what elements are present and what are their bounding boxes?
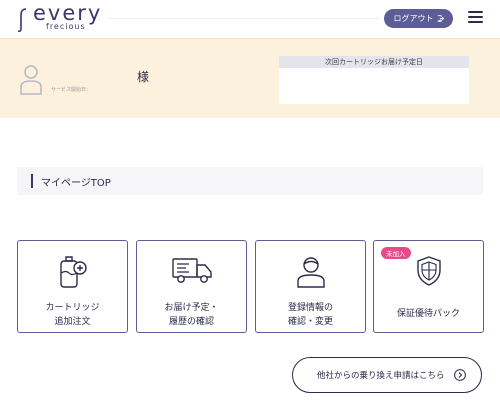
delivery-truck-icon bbox=[171, 258, 212, 283]
card-label: お届け予定・ 履歴の確認 bbox=[164, 303, 219, 327]
cartridge-add-icon bbox=[59, 256, 87, 288]
header-divider bbox=[108, 18, 378, 19]
card-label: 保証優待パック bbox=[396, 309, 460, 319]
section-heading: マイページTOP bbox=[17, 167, 483, 195]
site-header: every frecious ログアウト bbox=[0, 0, 500, 38]
section-heading-bar bbox=[31, 174, 33, 188]
card-label: カートリッジ 追加注文 bbox=[45, 303, 100, 327]
card-label: 登録情報の 確認・変更 bbox=[287, 303, 333, 327]
logo-subtext: frecious bbox=[46, 22, 86, 31]
provider-switch-button[interactable]: 他社からの乗り換え申請はこちら bbox=[292, 357, 482, 393]
logout-label: ログアウト bbox=[393, 14, 434, 23]
logout-arrow-icon bbox=[437, 15, 444, 22]
card-registration-info[interactable]: 登録情報の 確認・変更 bbox=[255, 240, 366, 333]
user-name-honorific: 様 bbox=[137, 70, 150, 84]
next-delivery-label: 次回カートリッジお届け予定日 bbox=[279, 56, 469, 68]
page-title: マイページTOP bbox=[41, 178, 111, 189]
user-info-band: サービス開始日： 様 次回カートリッジお届け予定日 bbox=[0, 38, 500, 118]
next-delivery-box: 次回カートリッジお届け予定日 bbox=[279, 56, 469, 104]
logout-button[interactable]: ログアウト bbox=[384, 9, 453, 28]
status-badge: 未加入 bbox=[381, 247, 411, 259]
person-icon bbox=[20, 65, 42, 95]
user-profile-icon bbox=[296, 257, 325, 288]
shield-icon bbox=[416, 256, 441, 286]
hamburger-menu-icon[interactable] bbox=[468, 11, 483, 24]
logo-mark-icon bbox=[17, 8, 27, 33]
card-warranty-pack[interactable]: 未加入 保証優待パック bbox=[373, 240, 484, 333]
chevron-right-circle-icon bbox=[454, 369, 466, 381]
provider-switch-label: 他社からの乗り換え申請はこちら bbox=[317, 371, 445, 381]
card-delivery-history[interactable]: お届け予定・ 履歴の確認 bbox=[136, 240, 247, 333]
service-start-label: サービス開始日： bbox=[51, 87, 92, 93]
card-cartridge-order[interactable]: カートリッジ 追加注文 bbox=[17, 240, 128, 333]
